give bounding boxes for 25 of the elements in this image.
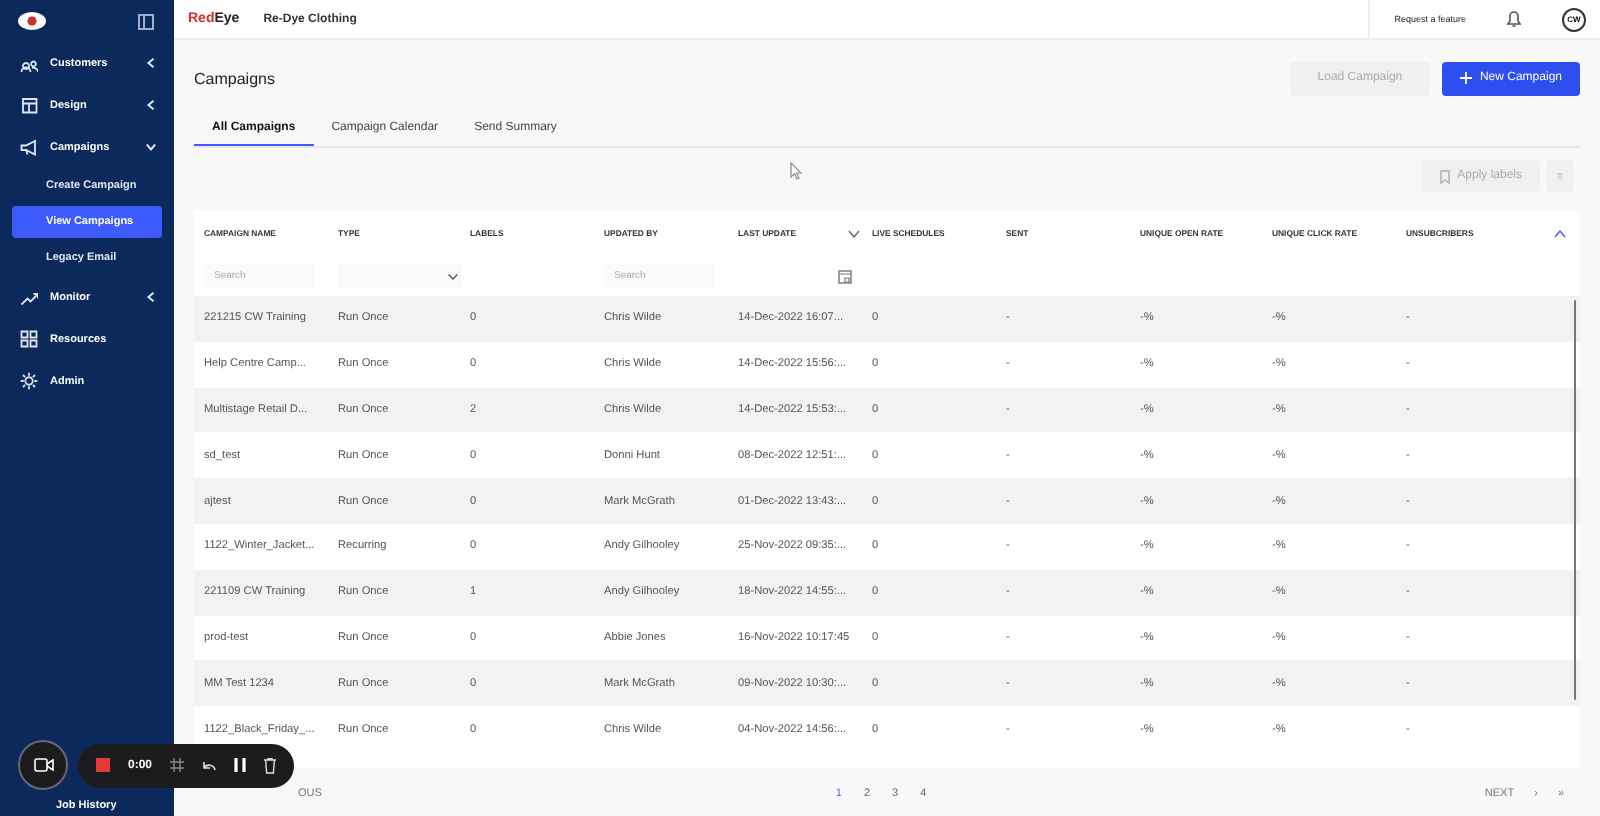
cursor-icon <box>790 161 802 179</box>
megaphone-icon <box>20 138 38 156</box>
chevron-icon <box>146 292 156 302</box>
caret-icon <box>448 273 458 279</box>
gear-icon <box>20 372 38 390</box>
sidebar-toggle-icon[interactable] <box>138 13 154 29</box>
chevron-icon <box>146 142 156 152</box>
grid-icon[interactable] <box>170 758 185 772</box>
bell-icon[interactable] <box>1506 10 1522 28</box>
undo-icon[interactable] <box>202 759 217 771</box>
chevron-icon <box>146 100 156 110</box>
page-title: Campaigns <box>194 69 275 87</box>
pause-icon[interactable] <box>234 758 247 772</box>
sort-icon[interactable] <box>848 229 860 237</box>
scrollbar[interactable] <box>1573 300 1576 700</box>
layout-icon <box>20 96 38 114</box>
calendar-icon[interactable] <box>838 269 852 283</box>
grid-icon <box>20 330 38 348</box>
eye-logo-icon <box>18 12 46 30</box>
collapse-icon[interactable] <box>1554 229 1566 237</box>
video-camera-icon <box>33 758 53 772</box>
chart-icon <box>20 288 38 306</box>
bookmark-icon <box>1439 169 1450 183</box>
plus-icon <box>1459 72 1472 84</box>
chevron-icon <box>146 58 156 68</box>
